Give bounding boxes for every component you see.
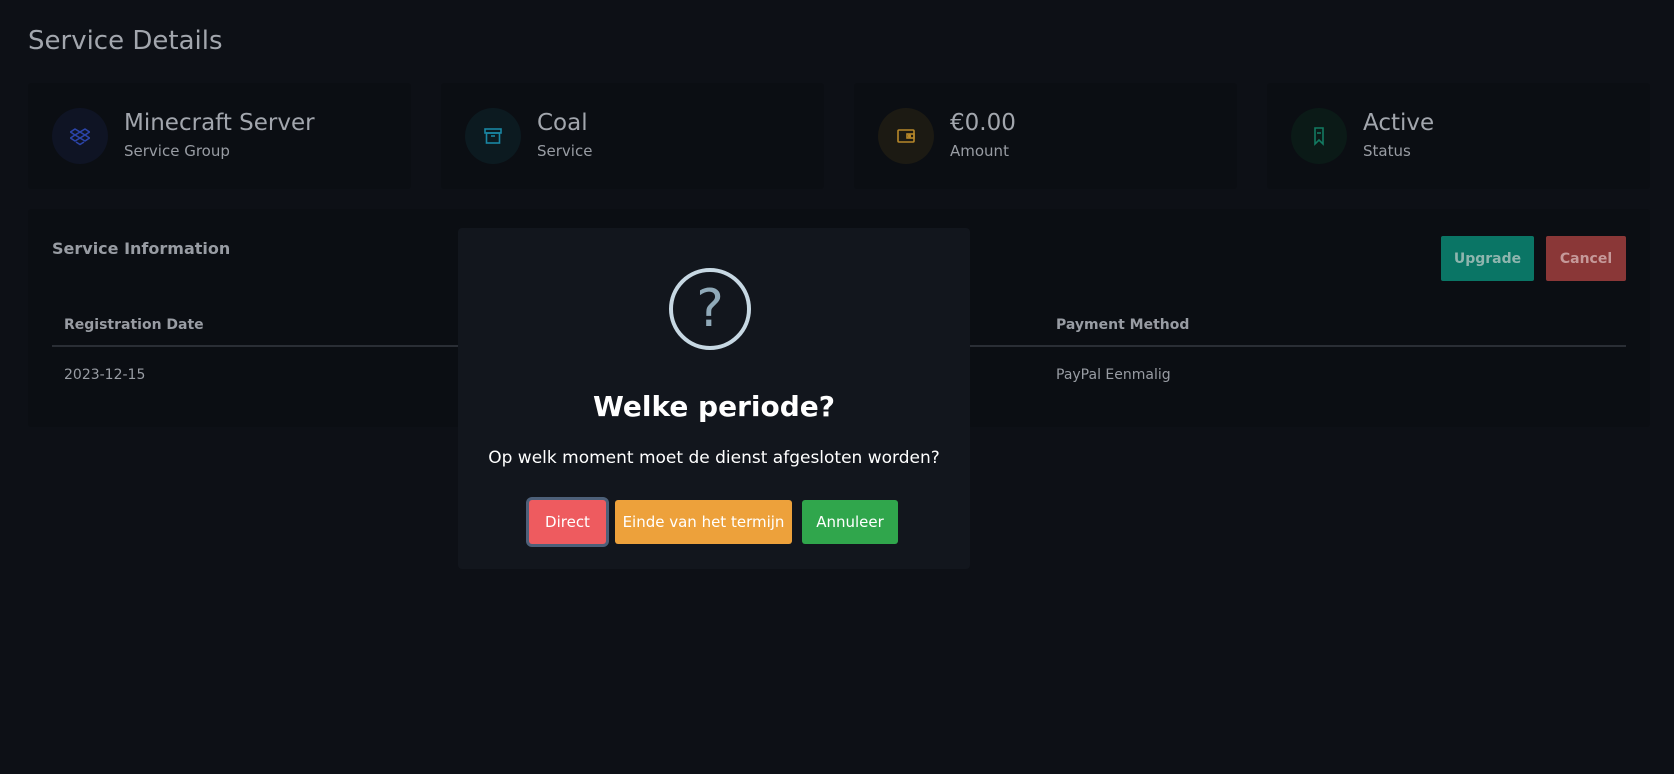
direct-button[interactable]: Direct [529,500,606,544]
dialog-title: Welke periode? [592,390,836,423]
cell-payment-method: PayPal Eenmalig [1056,367,1171,383]
card-service: Coal Service [441,83,824,189]
page: Service Details Minecraft Server Service… [0,0,1674,774]
question-icon: ? [669,268,751,350]
card-label: Status [1363,142,1411,160]
service-information-title: Service Information [52,239,231,258]
summary-cards: Minecraft Server Service Group Coal Serv… [28,83,1650,189]
card-service-group: Minecraft Server Service Group [28,83,411,189]
dialog-text: Op welk moment moet de dienst afgesloten… [488,448,940,468]
cell-registration-date: 2023-12-15 [64,367,146,383]
card-value: Minecraft Server [124,110,315,136]
annuleer-button[interactable]: Annuleer [802,500,898,544]
card-value: €0.00 [950,110,1016,136]
card-label: Service [537,142,593,160]
end-of-term-button[interactable]: Einde van het termijn [615,500,792,544]
column-header-payment-method: Payment Method [1056,317,1190,333]
confirm-dialog: ? Welke periode? Op welk moment moet de … [458,228,970,569]
card-label: Service Group [124,142,230,160]
card-status: Active Status [1267,83,1650,189]
wallet-icon [878,108,934,164]
bookmark-icon [1291,108,1347,164]
upgrade-button[interactable]: Upgrade [1441,236,1534,281]
page-title: Service Details [28,26,223,56]
card-amount: €0.00 Amount [854,83,1237,189]
archive-icon [465,108,521,164]
cancel-button[interactable]: Cancel [1546,236,1626,281]
card-value: Coal [537,110,588,136]
dropbox-icon [52,108,108,164]
card-label: Amount [950,142,1009,160]
card-value: Active [1363,110,1435,136]
column-header-registration-date: Registration Date [64,317,204,333]
